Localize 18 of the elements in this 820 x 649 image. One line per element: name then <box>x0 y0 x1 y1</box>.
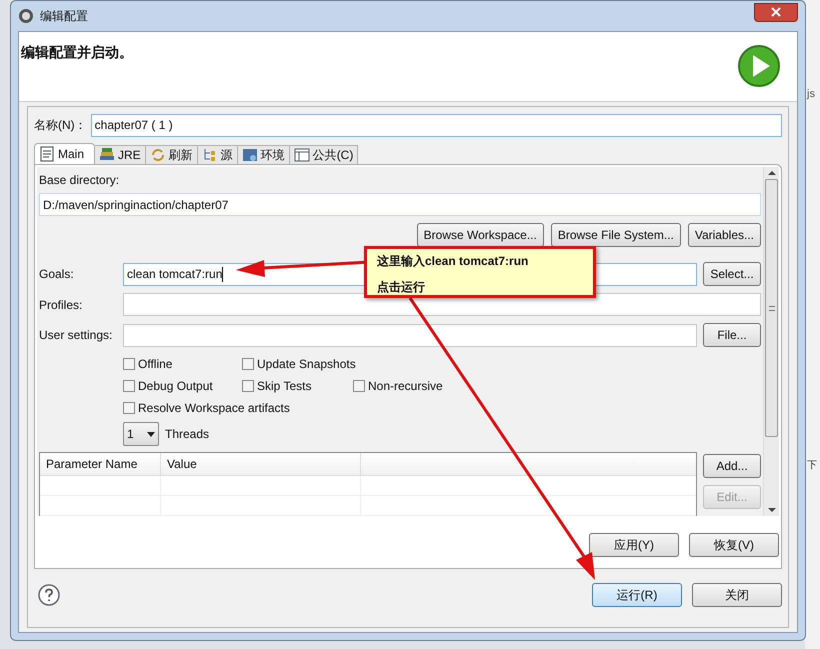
checkbox-label: Skip Tests <box>257 378 312 395</box>
checkbox-label: Debug Output <box>138 378 213 395</box>
field-label: Base directory: <box>39 172 120 189</box>
window-title: 编辑配置 <box>40 8 88 25</box>
callout-text: 这里输入clean tomcat7:run <box>377 253 530 270</box>
header-title: 编辑配置并启动。 <box>21 43 133 62</box>
callout-text: 点击运行 <box>377 279 426 296</box>
field-label: User settings: <box>39 327 114 344</box>
name-label: 名称(N)： <box>34 117 87 134</box>
checkbox-label: Non-recursive <box>368 378 443 395</box>
background-text: 下 <box>807 459 817 473</box>
field-label: Goals: <box>39 266 75 283</box>
threads-label: Threads <box>165 426 210 443</box>
background-text: js <box>807 87 815 102</box>
field-label: Profiles: <box>39 296 84 314</box>
checkbox-label: Offline <box>138 356 172 373</box>
checkbox-label: Update Snapshots <box>257 356 356 373</box>
checkbox-label: Resolve Workspace artifacts <box>138 400 290 417</box>
